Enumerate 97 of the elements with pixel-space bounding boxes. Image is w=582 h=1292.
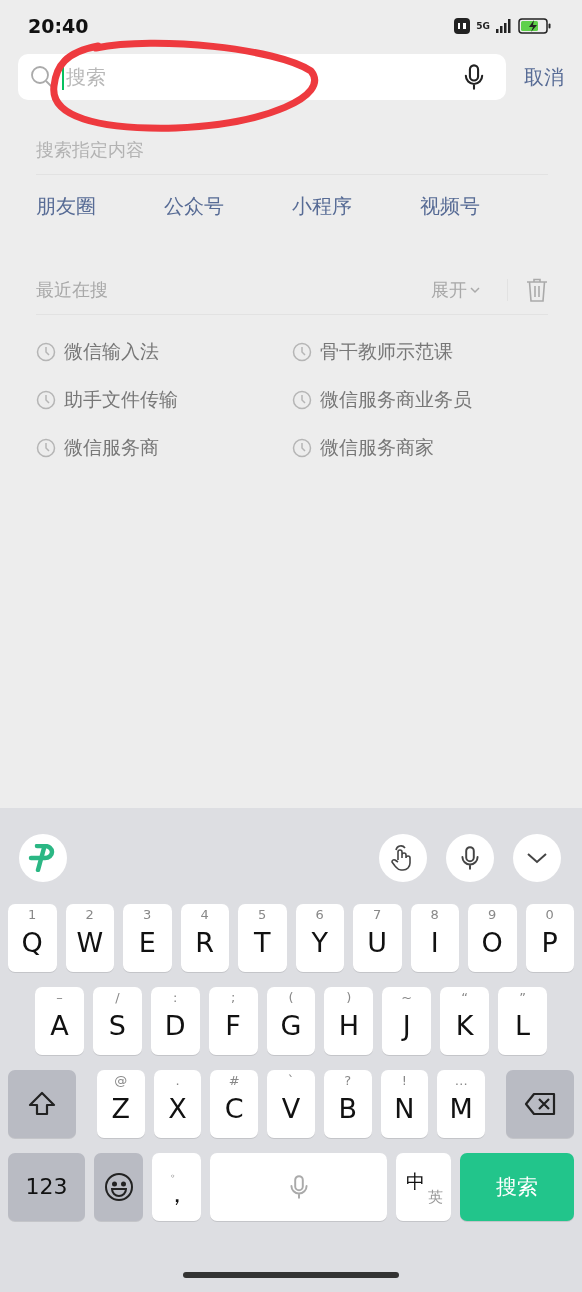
category-link[interactable]: 公众号 <box>164 193 224 220</box>
key-hint: 。 <box>169 1163 184 1181</box>
language-key[interactable]: 中 英 <box>396 1153 451 1221</box>
key-hint: ) <box>345 990 353 1005</box>
key-hint: ! <box>400 1073 409 1088</box>
keyboard-key[interactable]: 2 W <box>65 904 114 972</box>
chevron-icon <box>469 286 481 294</box>
network-label: 5G <box>476 21 490 31</box>
keyboard-key[interactable]: … M <box>437 1070 486 1138</box>
clock-icon <box>292 342 312 362</box>
recent-search[interactable]: 助手文件传输 <box>64 387 178 413</box>
key-hint: … <box>453 1073 469 1088</box>
key-hint: ~ <box>400 990 414 1005</box>
key-hint: 英 <box>428 1188 443 1207</box>
key-hint: ” <box>518 990 527 1005</box>
category-link[interactable]: 小程序 <box>292 193 352 220</box>
keyboard-key[interactable]: ; F <box>208 987 258 1055</box>
keyboard-key[interactable]: 0 P <box>525 904 574 972</box>
key-hint: 9 <box>487 907 498 922</box>
gesture-button[interactable] <box>379 834 427 882</box>
key-hint: – <box>55 990 64 1005</box>
trash-icon <box>526 278 548 302</box>
backspace-icon <box>524 1092 557 1116</box>
cancel-button[interactable]: 取消 <box>524 63 582 91</box>
keyboard-key[interactable]: ” L <box>498 987 547 1055</box>
key-label: 中 <box>406 1169 425 1194</box>
shift-key[interactable] <box>8 1070 76 1138</box>
section-title: 搜索指定内容 <box>36 100 548 175</box>
ime-logo-button[interactable] <box>19 834 67 882</box>
key-hint: . <box>174 1073 181 1088</box>
signal-icon <box>496 19 512 33</box>
recent-search[interactable]: 微信输入法 <box>64 339 159 365</box>
hd-icon <box>454 18 471 34</box>
keyboard-key[interactable]: ? B <box>323 1070 372 1138</box>
keyboard-key[interactable]: . X <box>153 1070 202 1138</box>
key-hint: 1 <box>27 907 38 922</box>
keyboard-key[interactable]: / S <box>92 987 142 1055</box>
clock-icon <box>292 438 312 458</box>
keyboard-key[interactable]: 5 T <box>238 904 287 972</box>
key-hint: @ <box>113 1073 129 1088</box>
keyboard-key[interactable]: 8 I <box>410 904 459 972</box>
key-hint: 3 <box>142 907 153 922</box>
keyboard-key[interactable]: “ K <box>440 987 490 1055</box>
key-hint: ` <box>286 1073 296 1088</box>
key-hint: 8 <box>429 907 440 922</box>
section-title: 最近在搜 <box>36 278 109 302</box>
status-time: 20:40 <box>28 15 89 37</box>
keyboard-key[interactable]: ~ J <box>382 987 432 1055</box>
keyboard-key[interactable]: # C <box>210 1070 259 1138</box>
keyboard-key[interactable]: – A <box>35 987 84 1055</box>
category-link[interactable]: 视频号 <box>420 193 480 220</box>
key-hint: 7 <box>372 907 383 922</box>
keyboard-key[interactable]: 4 R <box>180 904 229 972</box>
keyboard-key[interactable]: 7 U <box>353 904 402 972</box>
key-hint: ; <box>229 990 237 1005</box>
key-hint: 5 <box>257 907 268 922</box>
key-hint: 6 <box>314 907 325 922</box>
keyboard-key[interactable]: 1 Q <box>8 904 57 972</box>
voice-button[interactable] <box>446 834 494 882</box>
smiley-icon <box>103 1172 134 1202</box>
keyboard-key[interactable]: 3 E <box>123 904 172 972</box>
battery-icon <box>518 18 552 34</box>
backspace-key[interactable] <box>506 1070 575 1138</box>
category-link[interactable]: 朋友圈 <box>36 193 96 220</box>
key-hint: # <box>227 1073 241 1088</box>
keyboard-key[interactable]: ) H <box>324 987 374 1055</box>
keyboard-key[interactable]: : D <box>150 987 200 1055</box>
key-hint: ? <box>343 1073 353 1088</box>
keyboard-key[interactable]: ! N <box>380 1070 429 1138</box>
recent-search[interactable]: 骨干教师示范课 <box>320 339 453 365</box>
clock-icon <box>36 390 56 410</box>
keyboard-key[interactable]: ` V <box>267 1070 315 1138</box>
keyboard-key[interactable]: ( G <box>266 987 316 1055</box>
key-hint: “ <box>460 990 470 1005</box>
key-hint: 4 <box>199 907 210 922</box>
key-hint: : <box>172 990 179 1005</box>
chevron-icon <box>526 852 548 864</box>
emoji-key[interactable] <box>94 1153 143 1221</box>
clock-icon <box>292 390 312 410</box>
key-hint: / <box>114 990 121 1005</box>
clock-icon <box>36 438 56 458</box>
recent-search[interactable]: 微信服务商业务员 <box>320 387 472 413</box>
search-icon <box>30 65 54 89</box>
numbers-key[interactable]: 123 <box>8 1153 85 1221</box>
key-hint: 0 <box>544 907 555 922</box>
punctuation-key[interactable]: 。 ， <box>152 1153 201 1221</box>
keyboard-key[interactable]: @ Z <box>97 1070 145 1138</box>
shift-icon <box>27 1090 57 1118</box>
key-hint: 2 <box>84 907 95 922</box>
keyboard-key[interactable]: 9 O <box>468 904 517 972</box>
key-hint: ( <box>287 990 295 1005</box>
keyboard-key[interactable]: 6 Y <box>295 904 344 972</box>
search-input[interactable]: 搜索 <box>62 64 452 90</box>
recent-search[interactable]: 微信服务商 <box>64 435 159 461</box>
search-field[interactable]: 搜索 <box>18 54 506 100</box>
clock-icon <box>36 342 56 362</box>
recent-search[interactable]: 微信服务商家 <box>320 435 434 461</box>
